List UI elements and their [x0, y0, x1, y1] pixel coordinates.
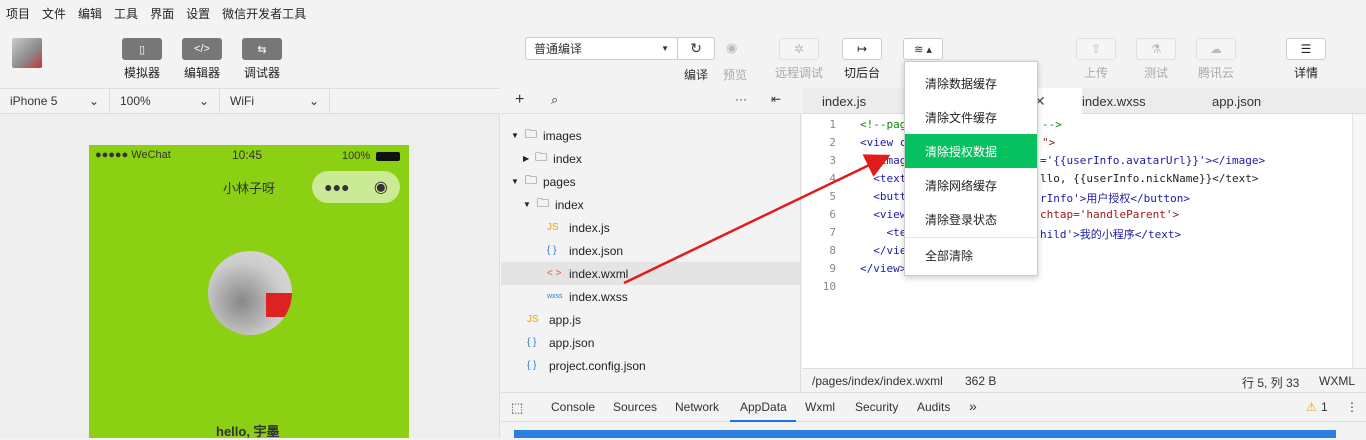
annotation-arrow [623, 154, 891, 285]
